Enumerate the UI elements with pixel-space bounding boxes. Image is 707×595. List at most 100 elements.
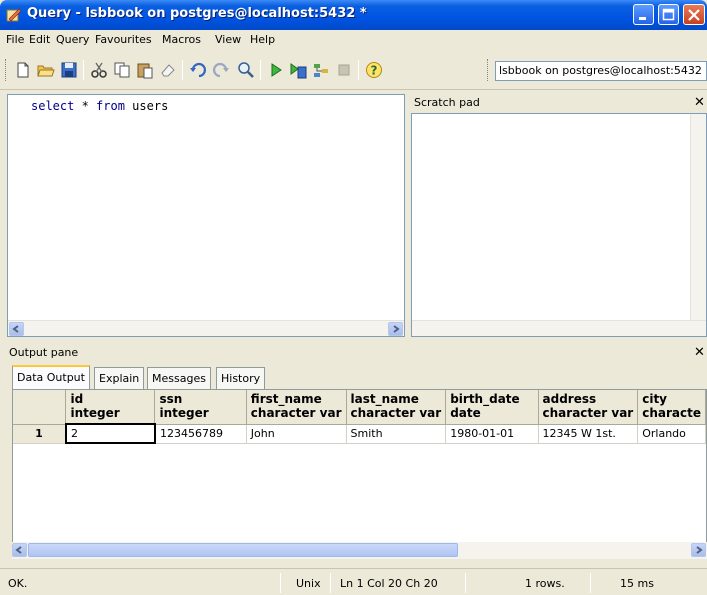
column-header[interactable]: address character var xyxy=(538,390,639,425)
column-type: character var xyxy=(350,406,442,420)
menu-file[interactable]: File xyxy=(6,33,24,46)
tab-history[interactable]: History xyxy=(216,367,266,389)
tab-explain[interactable]: Explain xyxy=(94,367,145,389)
scratch-pad-label: Scratch pad xyxy=(414,96,480,109)
sql-keyword: select xyxy=(31,99,75,113)
menu-bar: File Edit Query Favourites Macros View H… xyxy=(0,30,707,50)
toolbar-separator xyxy=(182,60,183,80)
scratch-pad-close-icon[interactable]: ✕ xyxy=(694,95,705,110)
sql-token: users xyxy=(124,99,169,113)
minimize-button[interactable] xyxy=(633,4,654,25)
scroll-left-button[interactable] xyxy=(12,543,27,557)
output-pane-header: Output pane ✕ xyxy=(7,344,707,362)
column-name: first_name xyxy=(250,392,322,406)
status-message: OK. xyxy=(8,577,28,590)
find-icon[interactable] xyxy=(237,61,255,79)
table-cell[interactable]: 123456789 xyxy=(154,424,247,444)
column-header[interactable]: last_name character var xyxy=(346,390,447,425)
title-bar[interactable]: Query - lsbbook on postgres@localhost:54… xyxy=(0,0,707,30)
row-count: 1 rows. xyxy=(525,577,565,590)
help-icon[interactable]: ? xyxy=(365,61,383,79)
scrollbar-thumb[interactable] xyxy=(28,543,458,557)
row-number[interactable]: 1 xyxy=(13,424,67,444)
column-header[interactable]: ssn integer xyxy=(154,390,247,425)
paste-icon[interactable] xyxy=(136,61,154,79)
execute-to-file-icon[interactable] xyxy=(289,61,307,79)
open-folder-icon[interactable] xyxy=(37,61,55,79)
sql-text[interactable]: select * from users xyxy=(31,99,168,113)
editor-horizontal-scrollbar[interactable] xyxy=(8,320,404,336)
table-cell[interactable]: John xyxy=(246,424,347,444)
header-row: id integer ssn integer first_name character… xyxy=(13,390,706,425)
scroll-left-button[interactable] xyxy=(9,322,24,336)
sql-editor[interactable]: select * from users xyxy=(7,94,405,337)
save-icon[interactable] xyxy=(60,61,78,79)
toolbar-separator xyxy=(358,60,359,80)
menu-favourites[interactable]: Favourites xyxy=(95,33,152,46)
scratch-pad-scrollbar[interactable] xyxy=(690,114,706,336)
table-row[interactable]: 1 2 123456789 John Smith 1980-01-01 1234… xyxy=(13,423,706,444)
minimize-icon xyxy=(639,17,646,20)
scroll-right-button[interactable] xyxy=(691,543,706,557)
app-icon xyxy=(6,8,22,22)
cancel-icon[interactable] xyxy=(335,61,353,79)
menu-query[interactable]: Query xyxy=(56,33,89,46)
column-header[interactable]: city characte xyxy=(637,390,706,425)
data-grid[interactable]: id integer ssn integer first_name character… xyxy=(12,389,707,559)
column-header[interactable]: first_name character var xyxy=(246,390,347,425)
status-separator xyxy=(465,573,466,593)
output-pane-close-icon[interactable]: ✕ xyxy=(694,345,705,360)
column-type: character var xyxy=(250,406,342,420)
column-header[interactable]: id integer xyxy=(65,390,156,425)
close-icon xyxy=(688,9,700,21)
menu-view[interactable]: View xyxy=(215,33,241,46)
chevron-left-icon xyxy=(15,546,22,554)
table-cell[interactable]: Orlando xyxy=(637,424,706,444)
menu-edit[interactable]: Edit xyxy=(29,33,50,46)
scratch-pad[interactable] xyxy=(411,113,707,337)
menu-macros[interactable]: Macros xyxy=(162,33,201,46)
undo-icon[interactable] xyxy=(189,61,207,79)
toolbar-grip[interactable] xyxy=(5,59,8,81)
execute-icon[interactable] xyxy=(267,61,285,79)
connection-select[interactable]: lsbbook on postgres@localhost:5432 xyxy=(495,61,707,81)
chevron-left-icon xyxy=(12,325,19,333)
redo-icon[interactable] xyxy=(212,61,230,79)
scratch-pad-header: Scratch pad ✕ xyxy=(411,94,707,112)
table-cell[interactable]: 1980-01-01 xyxy=(445,424,539,444)
copy-icon[interactable] xyxy=(113,61,131,79)
toolbar-grip[interactable] xyxy=(487,59,490,81)
column-type: integer xyxy=(70,406,120,420)
toolbar-separator xyxy=(260,60,261,80)
status-bar: OK. Unix Ln 1 Col 20 Ch 20 1 rows. 15 ms xyxy=(0,568,707,595)
scroll-right-button[interactable] xyxy=(388,322,403,336)
cut-icon[interactable] xyxy=(90,61,108,79)
tab-messages[interactable]: Messages xyxy=(147,367,211,389)
column-header[interactable]: birth_date date xyxy=(445,390,539,425)
column-name: last_name xyxy=(350,392,419,406)
table-cell[interactable]: 2 xyxy=(64,423,156,444)
chevron-right-icon xyxy=(696,546,703,554)
maximize-button[interactable] xyxy=(658,4,679,25)
sql-token: * xyxy=(74,99,97,113)
table-cell[interactable]: 12345 W 1st. xyxy=(538,424,639,444)
clear-icon[interactable] xyxy=(159,61,177,79)
table-cell[interactable]: Smith xyxy=(346,424,447,444)
menu-help[interactable]: Help xyxy=(250,33,275,46)
scratch-pad-horizontal-scrollbar[interactable] xyxy=(412,320,706,336)
new-file-icon[interactable] xyxy=(14,61,32,79)
column-type: date xyxy=(450,406,481,420)
status-separator xyxy=(330,573,331,593)
status-separator xyxy=(590,573,591,593)
close-button[interactable] xyxy=(683,4,705,25)
cursor-position: Ln 1 Col 20 Ch 20 xyxy=(340,577,438,590)
line-ending-status: Unix xyxy=(296,577,321,590)
row-number-header[interactable] xyxy=(13,390,67,425)
column-type: character var xyxy=(542,406,634,420)
grid-horizontal-scrollbar[interactable] xyxy=(12,542,707,559)
output-pane-label: Output pane xyxy=(9,346,79,359)
explain-icon[interactable] xyxy=(312,61,330,79)
tab-data-output[interactable]: Data Output xyxy=(12,365,90,389)
sql-keyword: from xyxy=(96,99,125,113)
query-time: 15 ms xyxy=(620,577,654,590)
